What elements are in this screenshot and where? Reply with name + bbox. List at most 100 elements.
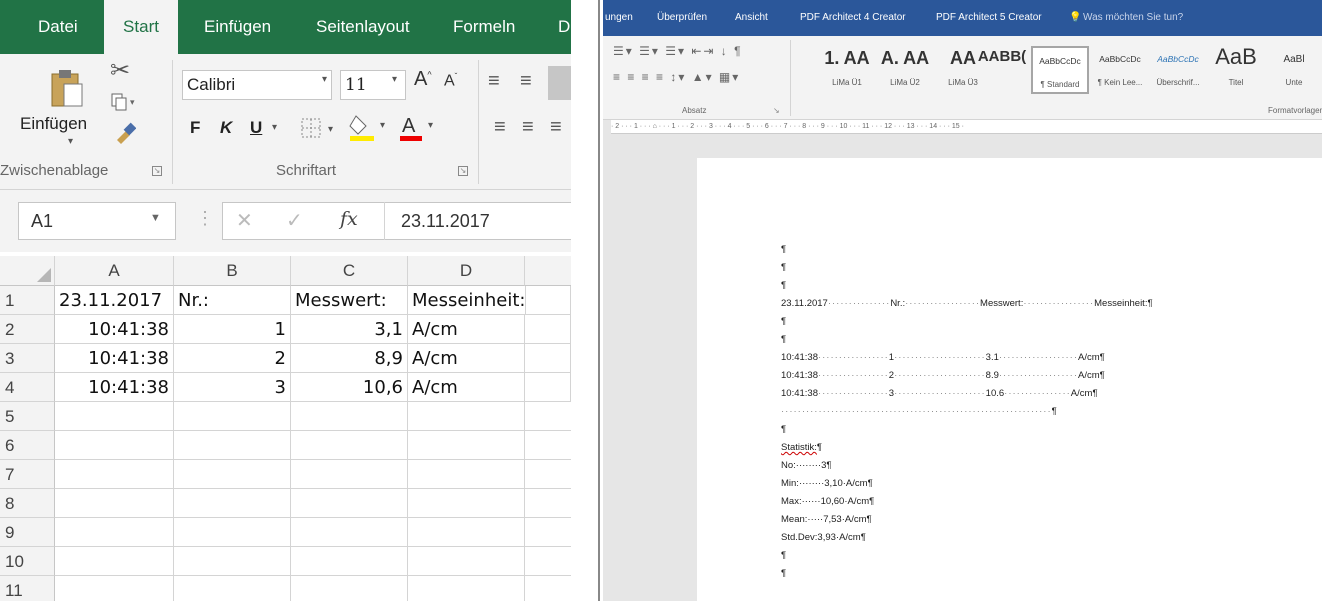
name-box-dropdown-icon[interactable]: ▼	[150, 212, 161, 224]
cell-b3[interactable]: 2	[174, 344, 291, 373]
align-center-icon[interactable]: ≡	[522, 116, 534, 139]
document-page[interactable]: ¶ ¶ ¶ 23.11.2017···············Nr.:·····…	[697, 158, 1322, 601]
absatz-launcher-icon[interactable]: ↘	[773, 106, 780, 115]
fill-color-icon[interactable]: ▾	[348, 112, 390, 147]
cell-a2[interactable]: 10:41:38	[55, 315, 174, 344]
font-name-dropdown-icon[interactable]: ▾	[322, 74, 327, 85]
clipboard-launcher-icon[interactable]: ↘	[152, 166, 162, 176]
style-lima-u2[interactable]: A. AA LiMa Ü2	[876, 46, 934, 94]
font-launcher-icon[interactable]: ↘	[458, 166, 468, 176]
cell-c2[interactable]: 3,1	[291, 315, 408, 344]
svg-text:▾: ▾	[380, 120, 385, 131]
tab-pdf-architect-4[interactable]: PDF Architect 4 Creator	[800, 0, 906, 36]
format-painter-icon[interactable]	[114, 122, 137, 149]
row-header[interactable]: 11	[0, 576, 55, 601]
column-header-c[interactable]: C	[291, 256, 408, 286]
copy-icon[interactable]: ▾	[110, 92, 138, 117]
cell-d2[interactable]: A/cm	[408, 315, 525, 344]
underline-button[interactable]: U	[250, 118, 262, 138]
style-standard[interactable]: AaBbCcDc ¶ Standard	[1031, 46, 1089, 94]
tell-me-search[interactable]: Was möchten Sie tun?	[1083, 0, 1183, 36]
column-header-b[interactable]: B	[174, 256, 291, 286]
shrink-font-icon[interactable]: Aˇ	[444, 72, 457, 90]
bold-button[interactable]: F	[190, 118, 200, 138]
ribbon-separator	[478, 60, 479, 184]
row-header[interactable]: 6	[0, 431, 55, 460]
align-bottom-icon[interactable]	[548, 66, 571, 100]
cell-b1[interactable]: Nr.:	[174, 286, 291, 315]
font-size-dropdown-icon[interactable]: ▾	[392, 74, 397, 85]
formula-value[interactable]: 23.11.2017	[384, 202, 490, 240]
horizontal-ruler[interactable]: · 2 · · · 1 · · · ⌂ · · · 1 · · · 2 · · …	[603, 120, 1322, 142]
stats-title-text: Statistik:	[781, 442, 817, 453]
font-color-icon[interactable]: A ▾	[398, 112, 440, 147]
row-header[interactable]: 8	[0, 489, 55, 518]
cell-e1[interactable]	[525, 286, 571, 315]
row-header[interactable]: 9	[0, 518, 55, 547]
borders-icon[interactable]: ▾	[300, 116, 340, 145]
style-kein-leerraum[interactable]: AaBbCcDc ¶ Kein Lee...	[1091, 46, 1149, 94]
data-time: 10:41:38	[781, 352, 818, 363]
row-header[interactable]: 5	[0, 402, 55, 431]
tab-start[interactable]: Start	[104, 0, 178, 54]
grow-font-icon[interactable]: A^	[414, 68, 432, 91]
align-middle-icon[interactable]: ≡	[520, 70, 532, 93]
row-header[interactable]: 10	[0, 547, 55, 576]
align-top-icon[interactable]: ≡	[488, 70, 500, 93]
paste-dropdown-icon[interactable]: ▾	[68, 136, 73, 147]
tab-ansicht[interactable]: Ansicht	[735, 0, 768, 36]
cell-a1[interactable]: 23.11.2017	[55, 286, 174, 315]
paste-button[interactable]: Einfügen	[20, 114, 87, 134]
select-all-corner[interactable]	[0, 256, 55, 286]
tab-datei[interactable]: Datei	[38, 0, 78, 54]
cell-d1[interactable]: Messeinheit:	[408, 286, 525, 315]
row-header[interactable]: 3	[0, 344, 55, 373]
cell-e3[interactable]	[525, 344, 571, 373]
list-buttons-icon[interactable]: ☰▾ ☰▾ ☰▾ ⇤⇥ ↓ ¶	[613, 44, 743, 58]
cell-d3[interactable]: A/cm	[408, 344, 525, 373]
tab-sendungen[interactable]: ungen	[605, 0, 633, 36]
row-header[interactable]: 4	[0, 373, 55, 402]
cell-b2[interactable]: 1	[174, 315, 291, 344]
cell-c1[interactable]: Messwert:	[291, 286, 408, 315]
style-titel[interactable]: AaB Titel	[1207, 44, 1265, 94]
tab-pdf-architect-5[interactable]: PDF Architect 5 Creator	[936, 0, 1042, 36]
row-header[interactable]: 7	[0, 460, 55, 489]
tab-daten[interactable]: D	[558, 0, 570, 54]
cell-d4[interactable]: A/cm	[408, 373, 525, 402]
style-lima-u4[interactable]: AABB(	[973, 46, 1031, 94]
row-header[interactable]: 2	[0, 315, 55, 344]
column-header-d[interactable]: D	[408, 256, 525, 286]
italic-button[interactable]: K	[220, 118, 232, 138]
tab-seitenlayout[interactable]: Seitenlayout	[316, 0, 410, 54]
paragraph-mark: ¶	[860, 532, 866, 543]
row-header[interactable]: 1	[0, 286, 55, 315]
cell-c3[interactable]: 8,9	[291, 344, 408, 373]
style-untertitel[interactable]: AaBl Unte	[1265, 46, 1322, 94]
paragraph-mark: ¶	[1099, 370, 1105, 381]
cell-a4[interactable]: 10:41:38	[55, 373, 174, 402]
cell-b4[interactable]: 3	[174, 373, 291, 402]
underline-dropdown-icon[interactable]: ▾	[272, 122, 277, 133]
paste-icon[interactable]	[50, 68, 86, 115]
tab-formeln[interactable]: Formeln	[453, 0, 515, 54]
cell-c4[interactable]: 10,6	[291, 373, 408, 402]
align-right-icon[interactable]: ≡	[550, 116, 562, 139]
style-ueberschrift[interactable]: AaBbCcDc Überschrif...	[1149, 46, 1207, 94]
cell-e4[interactable]	[525, 373, 571, 402]
cell-e2[interactable]	[525, 315, 571, 344]
column-header-a[interactable]: A	[55, 256, 174, 286]
column-header-e[interactable]	[525, 256, 571, 286]
alignment-buttons-icon[interactable]: ≡ ≡ ≡ ≡ ↕▾ ▲▾ ▦▾	[613, 70, 740, 84]
style-lima-u1[interactable]: 1. AA LiMa Ü1	[818, 46, 876, 94]
font-name-select[interactable]: Calibri	[182, 70, 332, 100]
insert-function-icon[interactable]: fx	[340, 208, 358, 230]
tab-ueberpruefen[interactable]: Überprüfen	[657, 0, 707, 36]
enter-icon[interactable]: ✓	[286, 208, 303, 233]
cancel-icon[interactable]: ✕	[236, 208, 253, 233]
tab-einfuegen[interactable]: Einfügen	[204, 0, 271, 54]
align-left-icon[interactable]: ≡	[494, 116, 506, 139]
cell-a3[interactable]: 10:41:38	[55, 344, 174, 373]
stats-std-text: Std.Dev:3,93·A/cm	[781, 532, 861, 543]
cut-icon[interactable]: ✂	[110, 56, 130, 85]
